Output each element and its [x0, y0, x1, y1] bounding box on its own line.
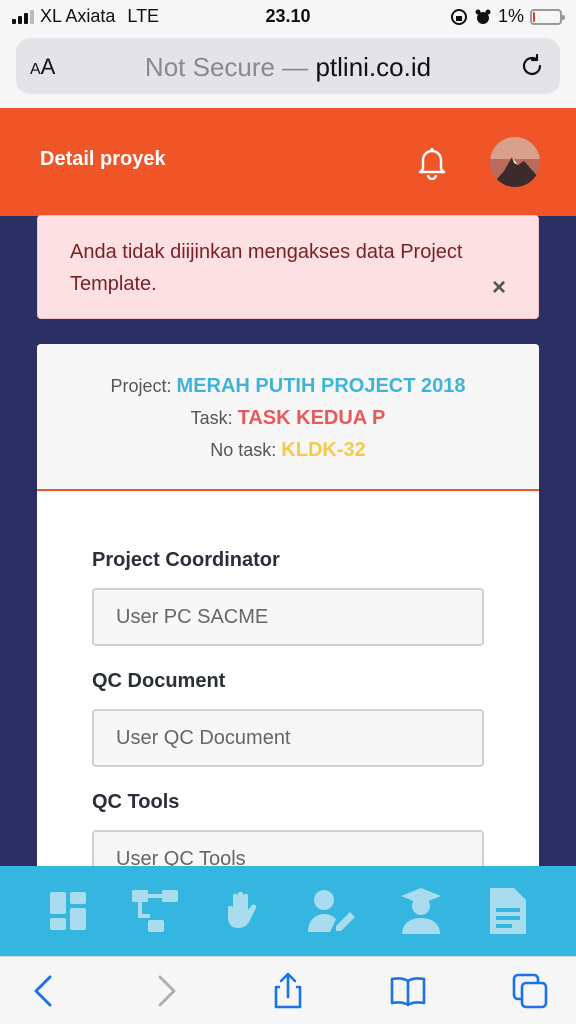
browser-address-area: AA Not Secure — ptlini.co.id [0, 34, 576, 108]
task-label: Task: [190, 408, 233, 428]
orientation-lock-icon [450, 8, 467, 25]
address-bar[interactable]: AA Not Secure — ptlini.co.id [16, 38, 560, 94]
field-label: Project Coordinator [92, 549, 280, 571]
alarm-icon [475, 9, 491, 24]
project-coordinator-field: Project Coordinator User PC SACME [92, 549, 484, 646]
workflow-icon[interactable] [130, 886, 180, 936]
dashboard-icon[interactable] [44, 886, 94, 936]
permission-alert: Anda tidak diijinkan mengakses data Proj… [37, 215, 539, 319]
qc-document-input[interactable]: User QC Document [92, 709, 484, 767]
field-label: QC Document [92, 670, 226, 692]
no-task-label: No task: [210, 440, 277, 460]
url-domain: ptlini.co.id [315, 52, 432, 82]
task-name: TASK KEDUA P [237, 407, 386, 429]
status-bar: XL Axiata LTE 23.10 1% [0, 0, 576, 34]
project-name: MERAH PUTIH PROJECT 2018 [176, 375, 466, 397]
forward-icon[interactable] [146, 971, 186, 1011]
graduate-icon[interactable] [396, 886, 446, 936]
user-edit-icon[interactable] [306, 886, 356, 936]
project-label: Project: [110, 376, 172, 396]
alert-close-button[interactable]: × [492, 272, 506, 304]
document-icon[interactable] [482, 886, 532, 936]
project-summary: Project: MERAH PUTIH PROJECT 2018 Task: … [37, 344, 539, 491]
back-icon[interactable] [24, 971, 64, 1011]
battery-percent: 1% [497, 6, 524, 26]
app-bottom-nav [0, 866, 576, 956]
battery-icon [530, 8, 565, 25]
page-title: Detail proyek [40, 148, 166, 170]
not-secure-label: Not Secure — [144, 52, 309, 82]
bookmarks-icon[interactable] [388, 971, 428, 1011]
tabs-icon[interactable] [510, 971, 550, 1011]
field-label: QC Tools [92, 791, 180, 813]
url-text[interactable]: Not Secure — ptlini.co.id [16, 52, 560, 83]
task-number: KLDK-32 [281, 439, 366, 461]
alert-message: Anda tidak diijinkan mengakses data Proj… [70, 241, 463, 295]
project-coordinator-input[interactable]: User PC SACME [92, 588, 484, 646]
project-detail-card: Project: MERAH PUTIH PROJECT 2018 Task: … [37, 344, 539, 904]
share-icon[interactable] [268, 971, 308, 1011]
notification-bell-icon[interactable] [414, 144, 450, 180]
hand-icon[interactable] [218, 886, 268, 936]
user-avatar[interactable] [490, 137, 540, 187]
browser-toolbar [0, 956, 576, 1024]
qc-document-field: QC Document User QC Document [92, 670, 484, 767]
reload-icon[interactable] [518, 52, 546, 80]
